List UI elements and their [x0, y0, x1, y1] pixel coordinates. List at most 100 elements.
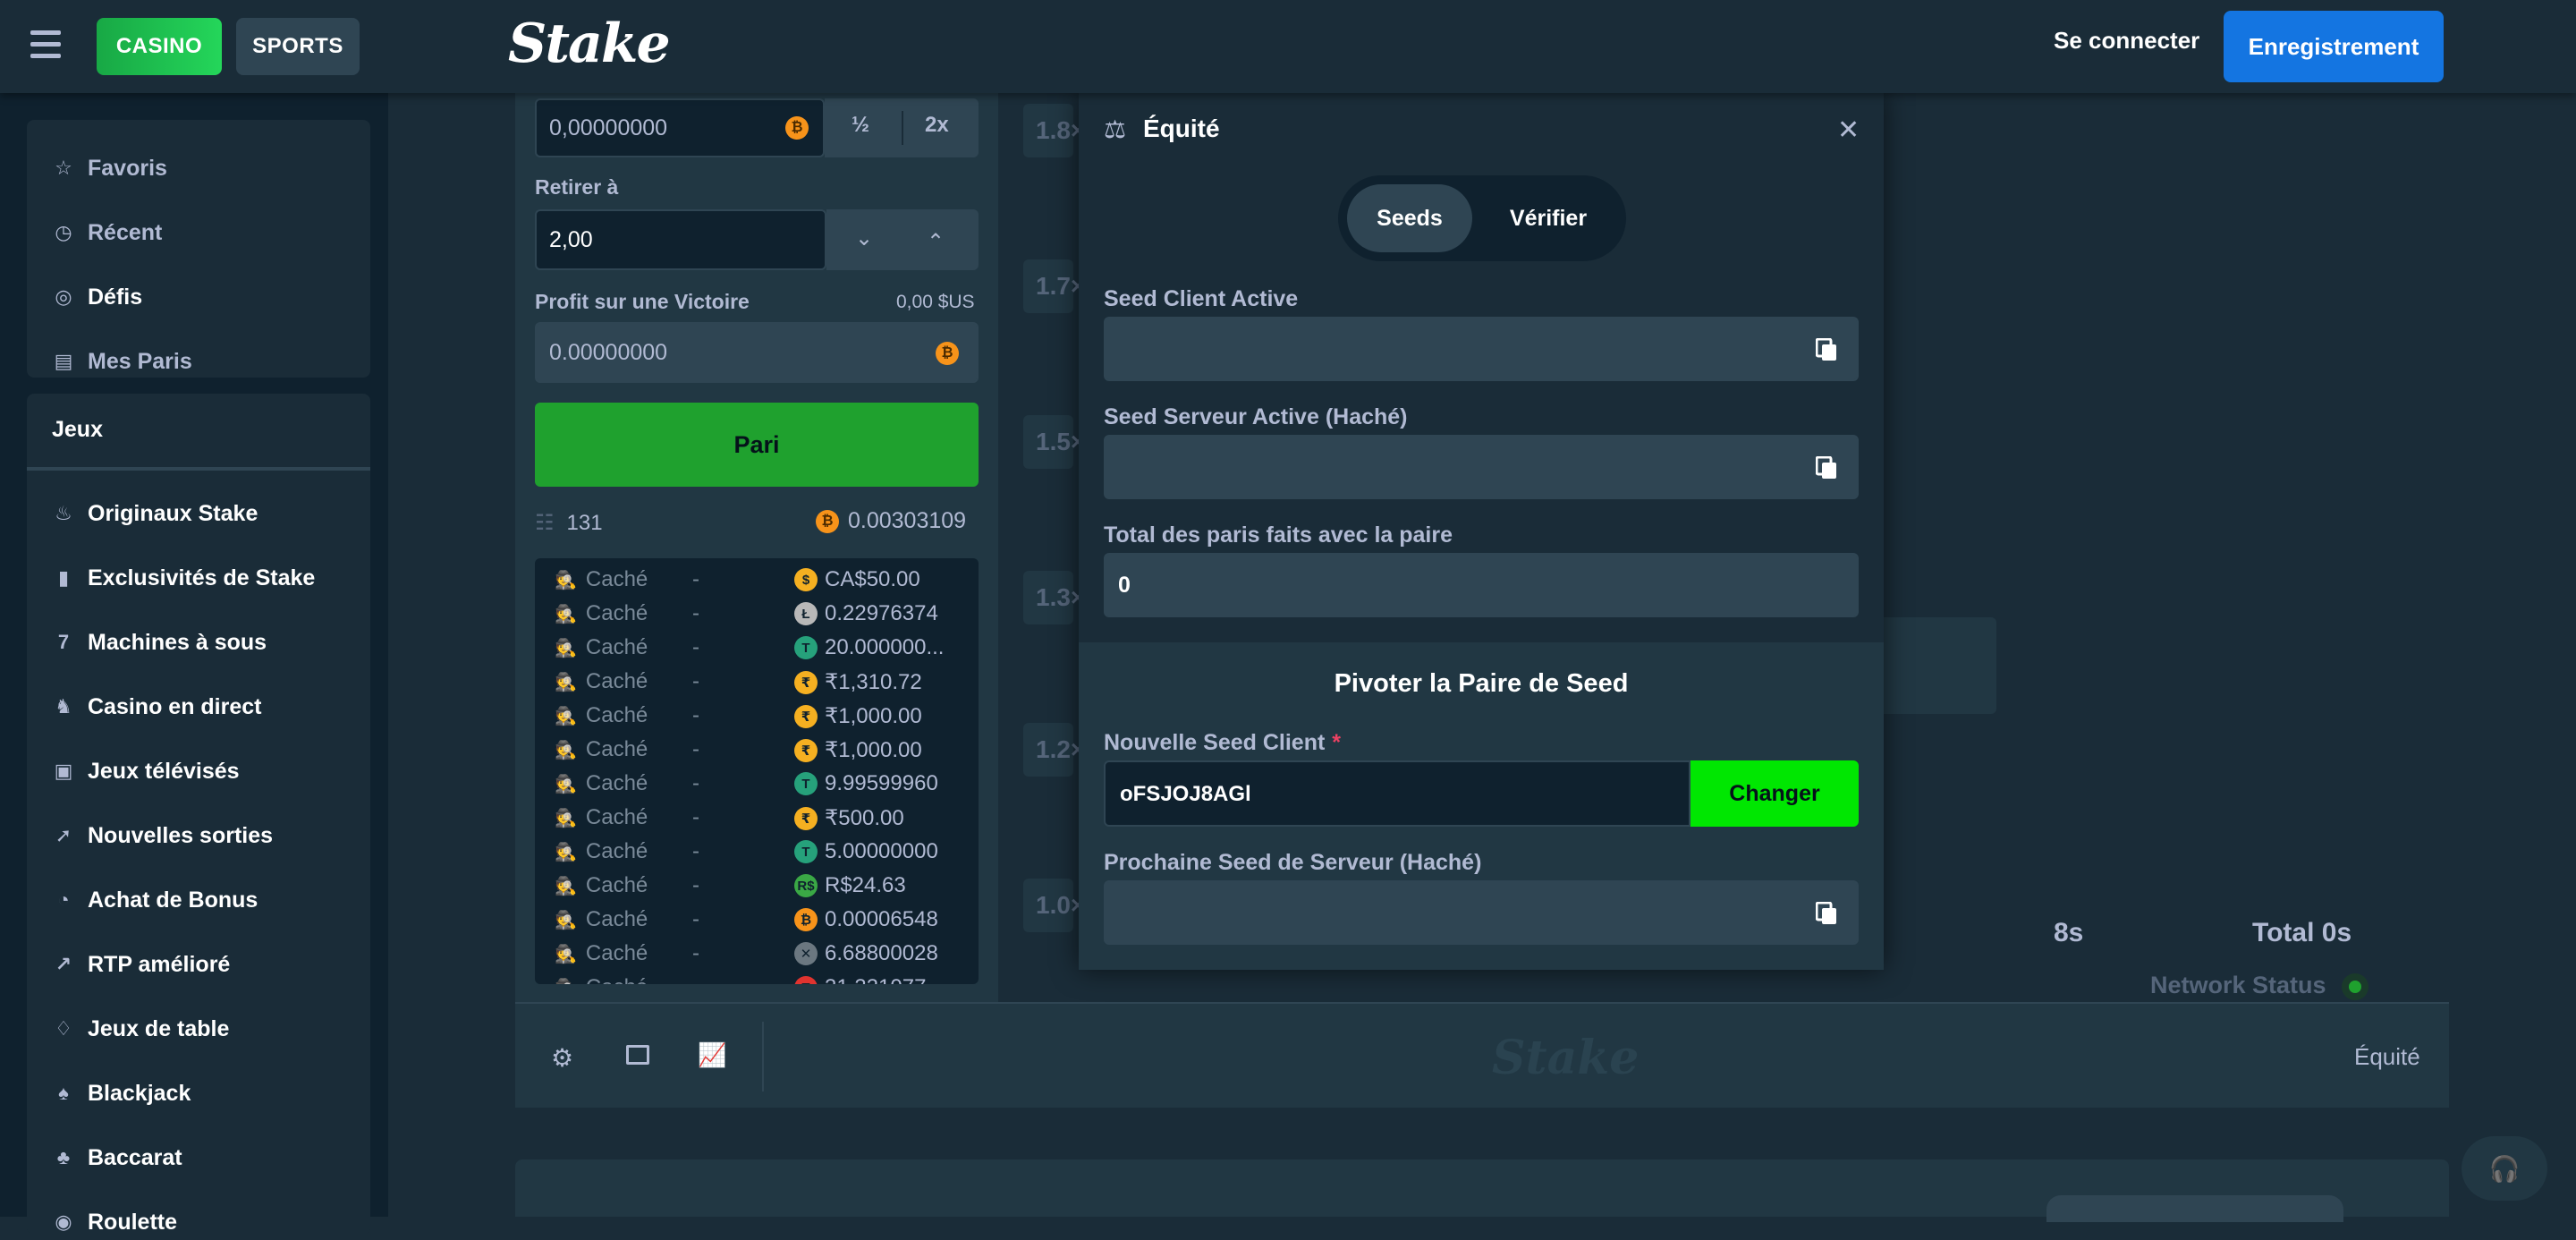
y-axis-label: 1.3×: [1023, 571, 1085, 624]
rotate-title: Pivoter la Paire de Seed: [1334, 669, 1629, 698]
bet-row[interactable]: 🕵 Caché - T 5.00000000: [535, 834, 979, 868]
bet-row[interactable]: 🕵 Caché - T 20.000000...: [535, 630, 979, 664]
settings-icon[interactable]: ⚙: [551, 1043, 573, 1073]
sidebar-item-recent[interactable]: ◷ Récent: [52, 215, 162, 251]
sidebar-item-originaux[interactable]: ♨ Originaux Stake: [52, 496, 258, 531]
cashout-label: Retirer à: [535, 175, 619, 199]
bet-user: 🕵 Caché: [555, 601, 648, 626]
next-server-seed-field[interactable]: [1104, 880, 1859, 945]
blackjack-icon: ♠: [58, 1082, 69, 1104]
currency-icon: T: [794, 840, 818, 863]
fairness-link[interactable]: Équité: [2354, 1043, 2420, 1071]
sidebar-item-label: Exclusivités de Stake: [88, 565, 316, 590]
sidebar-item-baccarat[interactable]: ♣ Baccarat: [52, 1140, 182, 1176]
partial-tag: [2046, 1195, 2343, 1222]
bet-amount: ✕ 6.68800028: [794, 941, 938, 966]
bet-user: 🕵 Caché: [555, 975, 648, 984]
login-button[interactable]: Se connecter: [2054, 27, 2199, 55]
hidden-user-icon: 🕵: [555, 774, 577, 794]
bet-row[interactable]: 🕵 Caché - ✕ 6.68800028: [535, 936, 979, 970]
bet-row[interactable]: 🕵 Caché - ₿ 0.00006548: [535, 902, 979, 936]
bet-row[interactable]: 🕵 Caché - ₹ ₹500.00: [535, 800, 979, 834]
bet-row[interactable]: 🕵 Caché - $ CA$50.00: [535, 562, 979, 596]
hidden-user-icon: 🕵: [555, 706, 577, 726]
sidebar-item-tv[interactable]: ▣ Jeux télévisés: [52, 753, 240, 789]
sidebar-item-live[interactable]: ♞ Casino en direct: [52, 689, 262, 725]
bet-user-name: Caché: [585, 805, 648, 829]
sidebar-item-exclusivites[interactable]: ▮ Exclusivités de Stake: [52, 560, 315, 596]
total-bet-value: 0.00303109: [848, 508, 967, 533]
register-button[interactable]: Enregistrement: [2224, 11, 2444, 82]
sidebar-item-nouvelles[interactable]: ➚ Nouvelles sorties: [52, 818, 273, 854]
cashout-value: 2,00: [549, 226, 593, 252]
next-section-card: [515, 1159, 2449, 1222]
currency-icon: ✕: [794, 942, 818, 965]
round-time: 8s: [2054, 918, 2084, 947]
hamburger-menu-icon[interactable]: [30, 30, 61, 63]
bet-row[interactable]: 🕵 Caché - ₹ ₹1,000.00: [535, 698, 979, 732]
sidebar-item-label: Récent: [88, 219, 163, 245]
new-client-seed-input[interactable]: oFSJOJ8AGl: [1104, 760, 1690, 827]
client-seed-label: Seed Client Active: [1104, 286, 1299, 311]
bet-user-name: Caché: [585, 941, 648, 965]
client-seed-field[interactable]: [1104, 317, 1859, 381]
casino-tab[interactable]: CASINO: [97, 18, 222, 75]
sidebar-item-roulette[interactable]: ◉ Roulette: [52, 1204, 177, 1240]
bet-button[interactable]: Pari: [535, 403, 979, 487]
sidebar-item-blackjack[interactable]: ♠ Blackjack: [52, 1075, 191, 1111]
bet-row[interactable]: 🕵 Caché - R$ R$24.63: [535, 868, 979, 902]
tab-verify[interactable]: Vérifier: [1479, 184, 1617, 252]
sports-tab[interactable]: SPORTS: [236, 18, 360, 75]
y-axis-label: 1.7×: [1023, 259, 1085, 313]
sidebar-item-mes-paris[interactable]: ▤ Mes Paris: [52, 344, 192, 379]
cashout-input[interactable]: 2,00: [535, 209, 826, 270]
bet-amount-value: 6.68800028: [825, 941, 938, 965]
bet-amount-value: 20.000000...: [825, 635, 945, 659]
sidebar-item-defis[interactable]: ◎ Défis: [52, 279, 142, 315]
copy-icon[interactable]: [1816, 456, 1837, 480]
bet-user-name: Caché: [585, 601, 648, 625]
sidebar-item-rtp[interactable]: ↗ RTP amélioré: [52, 947, 231, 982]
bet-row[interactable]: 🕵 Caché - Ł 0.22976374: [535, 596, 979, 630]
double-button[interactable]: 2x: [925, 113, 949, 138]
currency-icon: ₹: [794, 704, 818, 728]
sidebar-games-group: Jeux ♨ Originaux Stake ▮ Exclusivités de S…: [27, 394, 370, 1235]
change-seed-button[interactable]: Changer: [1690, 760, 1859, 827]
tab-seeds[interactable]: Seeds: [1347, 184, 1472, 252]
sidebar-item-label: Baccarat: [88, 1144, 182, 1170]
bet-row[interactable]: 🕵 Caché - T 9.99599960: [535, 766, 979, 800]
bet-amount-value: 0,00000000: [549, 115, 668, 140]
bet-amount-input[interactable]: 0,00000000 ₿: [535, 98, 825, 157]
close-icon[interactable]: ✕: [1837, 115, 1860, 146]
sidebar-item-label: Casino en direct: [88, 693, 262, 719]
bet-row[interactable]: 🕵 Caché - ₹ ₹1,310.72: [535, 664, 979, 698]
btc-coin-icon: ₿: [785, 116, 809, 140]
sidebar-item-favoris[interactable]: ☆ Favoris: [52, 150, 167, 186]
bet-payout: -: [692, 771, 699, 795]
half-button[interactable]: ½: [852, 113, 869, 138]
stats-icon[interactable]: 📈: [698, 1041, 726, 1069]
roulette-icon: ◉: [55, 1210, 72, 1233]
chevron-up-icon[interactable]: ⌃: [927, 229, 945, 255]
profit-usd: 0,00 $US: [896, 292, 975, 312]
bet-row[interactable]: 🕵 Caché - ₹ ₹1,000.00: [535, 732, 979, 766]
sidebar-item-table[interactable]: ♢ Jeux de table: [52, 1011, 229, 1047]
stake-logo[interactable]: Stake: [508, 13, 671, 75]
copy-icon[interactable]: [1816, 338, 1837, 361]
bet-payout: -: [692, 873, 699, 897]
chevron-down-icon[interactable]: ⌄: [855, 225, 873, 251]
sidebar-item-label: Achat de Bonus: [88, 887, 258, 913]
server-seed-field[interactable]: [1104, 435, 1859, 499]
chart-bar-bg: [1884, 617, 1996, 714]
sidebar-item-machines[interactable]: 7 Machines à sous: [52, 624, 267, 660]
y-axis-label: 1.5×: [1023, 415, 1085, 469]
sidebar-item-bonus[interactable]: ◔ Achat de Bonus: [52, 882, 258, 918]
sidebar-games-header[interactable]: Jeux: [52, 412, 103, 447]
bet-row[interactable]: 🕵 Caché - T 31.331077: [535, 970, 979, 984]
sidebar: ☆ Favoris ◷ Récent ◎ Défis ▤ Mes Paris Jeux …: [0, 93, 388, 1235]
copy-icon[interactable]: [1816, 902, 1837, 925]
theatre-mode-icon[interactable]: [626, 1045, 649, 1065]
support-headset-icon[interactable]: 🎧: [2462, 1136, 2547, 1201]
currency-icon: T: [794, 772, 818, 795]
new-client-seed-label-text: Nouvelle Seed Client: [1104, 730, 1326, 755]
